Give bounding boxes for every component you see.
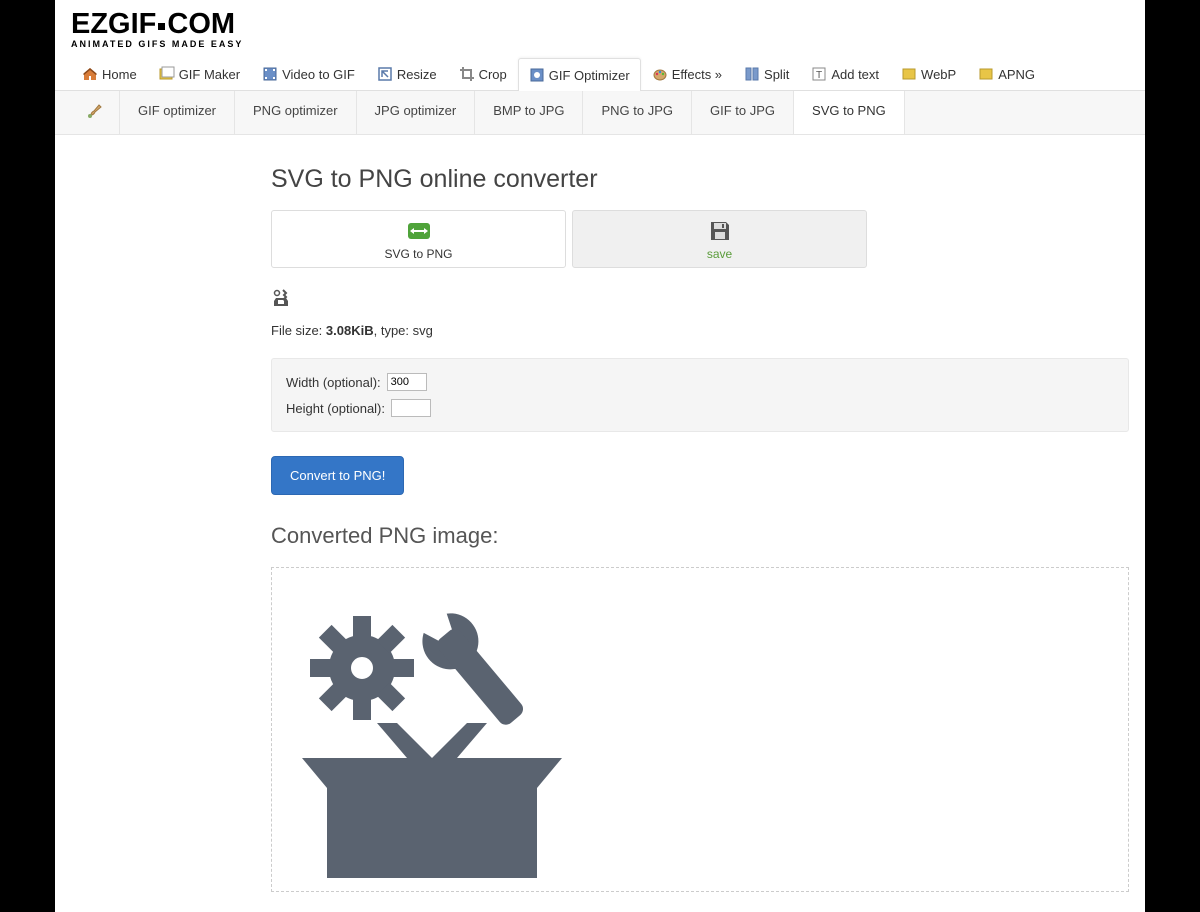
- nav-video-to-gif-label: Video to GIF: [282, 67, 355, 82]
- apng-icon: [978, 66, 994, 82]
- nav-gif-maker[interactable]: GIF Maker: [148, 57, 251, 90]
- file-info: File size: 3.08KiB, type: svg: [271, 323, 1129, 338]
- nav-home-label: Home: [102, 67, 137, 82]
- subnav-png-to-jpg[interactable]: PNG to JPG: [583, 91, 692, 134]
- action-cards: SVG to PNG save: [271, 210, 1129, 268]
- logo-ext: COM: [167, 8, 235, 40]
- convert-button[interactable]: Convert to PNG!: [271, 456, 404, 495]
- result-heading: Converted PNG image:: [271, 523, 1129, 549]
- nav-effects[interactable]: Effects »: [641, 57, 733, 90]
- action-save[interactable]: save: [572, 210, 867, 268]
- file-size-value: 3.08KiB: [326, 323, 374, 338]
- optimize-icon: [529, 67, 545, 83]
- action-svg-to-png-label: SVG to PNG: [272, 247, 565, 261]
- file-type-label: , type:: [374, 323, 413, 338]
- page-title: SVG to PNG online converter: [271, 165, 1129, 194]
- action-save-label: save: [573, 247, 866, 261]
- action-svg-to-png[interactable]: SVG to PNG: [271, 210, 566, 268]
- paintbrush-icon: [85, 101, 105, 124]
- nav-split[interactable]: Split: [733, 57, 800, 90]
- width-label: Width (optional):: [286, 375, 381, 390]
- nav-resize-label: Resize: [397, 67, 437, 82]
- nav-video-to-gif[interactable]: Video to GIF: [251, 57, 366, 90]
- webp-icon: [901, 66, 917, 82]
- nav-resize[interactable]: Resize: [366, 57, 448, 90]
- nav-add-text[interactable]: T Add text: [800, 57, 890, 90]
- nav-add-text-label: Add text: [831, 67, 879, 82]
- nav-split-label: Split: [764, 67, 789, 82]
- images-icon: [159, 66, 175, 82]
- height-input[interactable]: [391, 399, 431, 417]
- palette-icon: [652, 66, 668, 82]
- subnav-bmp-to-jpg[interactable]: BMP to JPG: [475, 91, 583, 134]
- nav-gif-maker-label: GIF Maker: [179, 67, 240, 82]
- nav-gif-optimizer[interactable]: GIF Optimizer: [518, 58, 641, 91]
- subnav-png-optimizer[interactable]: PNG optimizer: [235, 91, 357, 134]
- main-nav: Home GIF Maker Video to GIF Resize Crop …: [55, 57, 1145, 91]
- nav-apng[interactable]: APNG: [967, 57, 1046, 90]
- nav-webp[interactable]: WebP: [890, 57, 967, 90]
- home-icon: [82, 66, 98, 82]
- converted-image: [282, 578, 582, 881]
- height-label: Height (optional):: [286, 401, 385, 416]
- save-icon: [573, 219, 866, 243]
- width-input[interactable]: [387, 373, 427, 391]
- nav-effects-label: Effects »: [672, 67, 722, 82]
- nav-webp-label: WebP: [921, 67, 956, 82]
- sub-nav: GIF optimizer PNG optimizer JPG optimize…: [55, 91, 1145, 135]
- result-box: [271, 567, 1129, 892]
- nav-home[interactable]: Home: [71, 57, 148, 90]
- crop-icon: [459, 66, 475, 82]
- options-box: Width (optional): Height (optional):: [271, 358, 1129, 432]
- text-icon: T: [811, 66, 827, 82]
- svg-text:T: T: [816, 70, 822, 81]
- nav-crop[interactable]: Crop: [448, 57, 518, 90]
- file-preview-icon: [271, 288, 1129, 309]
- site-logo[interactable]: EZGIF COM ANIMATED GIFS MADE EASY: [55, 8, 1145, 57]
- resize-icon: [377, 66, 393, 82]
- film-icon: [262, 66, 278, 82]
- nav-apng-label: APNG: [998, 67, 1035, 82]
- file-type-value: svg: [413, 323, 433, 338]
- subnav-jpg-optimizer[interactable]: JPG optimizer: [357, 91, 476, 134]
- logo-tagline: ANIMATED GIFS MADE EASY: [71, 39, 1145, 49]
- nav-crop-label: Crop: [479, 67, 507, 82]
- subnav-gif-to-jpg[interactable]: GIF to JPG: [692, 91, 794, 134]
- sub-nav-icon[interactable]: [71, 91, 120, 134]
- logo-main: EZGIF: [71, 8, 156, 40]
- subnav-gif-optimizer[interactable]: GIF optimizer: [120, 91, 235, 134]
- convert-icon: [272, 219, 565, 243]
- subnav-svg-to-png[interactable]: SVG to PNG: [794, 91, 905, 134]
- file-size-label: File size:: [271, 323, 326, 338]
- nav-gif-optimizer-label: GIF Optimizer: [549, 68, 630, 83]
- split-icon: [744, 66, 760, 82]
